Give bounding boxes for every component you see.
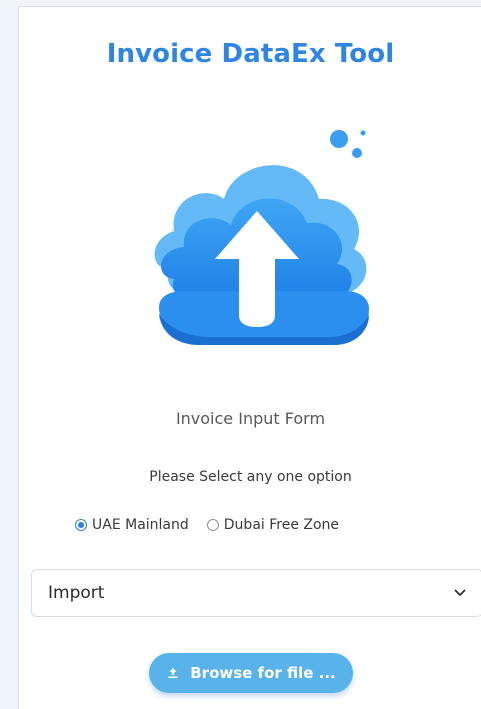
type-select[interactable]: Import xyxy=(31,569,481,617)
radio-button[interactable] xyxy=(206,519,219,531)
form-label: Invoice Input Form xyxy=(175,409,326,428)
select-value: Import xyxy=(48,583,105,603)
browse-file-button[interactable]: Browse for file ... xyxy=(149,653,353,693)
page: Invoice DataEx Tool Invoice Input Form P… xyxy=(0,0,481,709)
radio-button-checked[interactable] xyxy=(75,519,87,531)
tool-card: Invoice DataEx Tool Invoice Input Form P… xyxy=(18,6,481,709)
radio-label: Dubai Free Zone xyxy=(223,517,340,533)
chevron-down-icon xyxy=(454,587,466,599)
radio-label: UAE Mainland xyxy=(92,517,189,533)
radio-uae-mainland[interactable]: UAE Mainland xyxy=(75,517,189,533)
browse-button-label: Browse for file ... xyxy=(190,664,336,682)
region-radio-group: UAE Mainland Dubai Free Zone xyxy=(75,513,357,537)
cloud-upload-icon xyxy=(154,130,369,345)
instruction-text: Please Select any one option xyxy=(149,469,352,485)
upload-icon xyxy=(166,666,180,680)
page-title: Invoice DataEx Tool xyxy=(106,39,395,69)
radio-dubai-free-zone[interactable]: Dubai Free Zone xyxy=(206,517,340,533)
